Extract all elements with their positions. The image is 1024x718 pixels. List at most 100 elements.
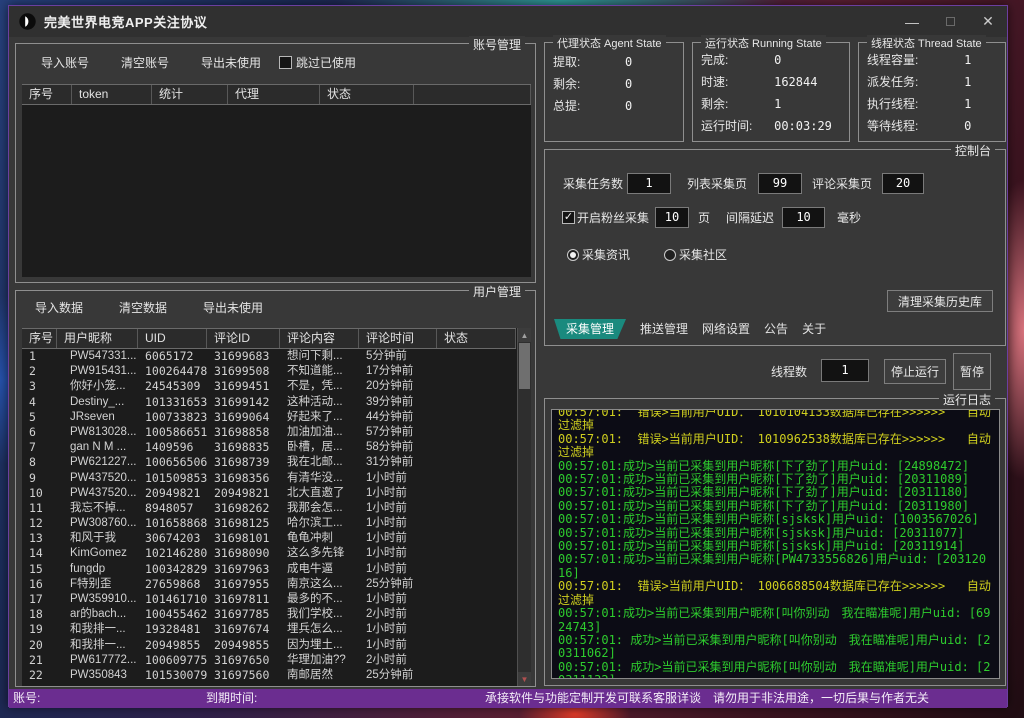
running-state-item-3: 运行时间:00:03:29 (693, 115, 849, 137)
close-button[interactable]: ✕ (969, 6, 1007, 37)
cell-2: 1016588680 (138, 516, 207, 531)
cell-0: 18 (22, 607, 57, 622)
table-row[interactable]: 3你好小笼...2454530931699451不是，凭...20分钟前 (22, 379, 516, 394)
tab-2[interactable]: 网络设置 (702, 319, 750, 339)
cell-0: 3 (22, 379, 57, 394)
table-row[interactable]: 2PW915431...100264478131699508不知道能...17分… (22, 364, 516, 379)
cell-0: 7 (22, 440, 57, 455)
stop-run-button[interactable]: 停止运行 (884, 359, 946, 384)
title-bar[interactable]: 完美世界电竞APP关注协议 — ✕ (9, 6, 1007, 37)
cell-0: 1 (22, 349, 57, 364)
cell-3: 31697674 (207, 622, 280, 637)
cell-3: 31697650 (207, 653, 280, 668)
user-button-row: 导入数据 清空数据 导出未使用 (35, 299, 263, 316)
radio-icon (567, 249, 579, 261)
user-col-header-3: 评论ID (207, 329, 280, 348)
cell-5: 1小时前 (359, 546, 437, 561)
account-button-1[interactable]: 清空账号 (121, 54, 169, 71)
table-row[interactable]: 5JRseven100733823231699064好起来了...44分钟前 (22, 410, 516, 425)
cell-1: KimGomez (57, 546, 138, 561)
running-state-item-0: 完成:0 (693, 49, 849, 71)
table-row[interactable]: 8PW621227...100656506431698739我在北邮...31分… (22, 455, 516, 470)
cell-1: PW437520... (57, 486, 138, 501)
cell-5: 2小时前 (359, 607, 437, 622)
tab-4[interactable]: 关于 (802, 319, 826, 339)
user-button-1[interactable]: 清空数据 (119, 299, 167, 316)
cell-2: 30674203 (138, 531, 207, 546)
user-button-2[interactable]: 导出未使用 (203, 299, 263, 316)
account-button-2[interactable]: 导出未使用 (201, 54, 261, 71)
table-row[interactable]: 22PW350843101530079231697560南邮居然25分钟前 (22, 668, 516, 683)
cell-4: 我那会怎... (280, 501, 359, 516)
scroll-thumb[interactable] (519, 343, 530, 389)
cell-0: 15 (22, 562, 57, 577)
console-field-input-1[interactable]: 99 (758, 173, 802, 194)
cell-6 (437, 379, 516, 394)
table-row[interactable]: 21PW617772...100609775731697650华理加油??2小时… (22, 653, 516, 668)
skip-used-group[interactable]: 跳过已使用 (279, 54, 356, 71)
table-row[interactable]: 16F特别歪2765986831697955南京这么...25分钟前 (22, 577, 516, 592)
cell-2: 1006097757 (138, 653, 207, 668)
table-row[interactable]: 1PW547331...606517231699683想问下剩...5分钟前 (22, 349, 516, 364)
delay-input[interactable]: 10 (782, 207, 825, 228)
scroll-down-icon[interactable]: ▼ (518, 672, 531, 686)
console-field-input-2[interactable]: 20 (882, 173, 924, 194)
radio-option-1[interactable]: 采集社区 (664, 246, 727, 263)
tab-3[interactable]: 公告 (764, 319, 788, 339)
table-row[interactable]: 6PW813028...100586651831698858加油加油...57分… (22, 425, 516, 440)
fans-collect-checkbox[interactable]: ✓ (562, 211, 575, 224)
table-row[interactable]: 10PW437520...2094982120949821北大直邀了1小时前 (22, 486, 516, 501)
cell-5: 2小时前 (359, 653, 437, 668)
cell-3: 31699683 (207, 349, 280, 364)
radio-option-0[interactable]: 采集资讯 (567, 246, 630, 263)
thread-state-item-0: 线程容量:1 (859, 49, 1005, 71)
thread-state-item-2: 执行线程:1 (859, 93, 1005, 115)
skip-used-checkbox[interactable] (279, 56, 292, 69)
maximize-button[interactable] (931, 6, 969, 37)
table-row[interactable]: 11我忘不掉...894805731698262我那会怎...1小时前 (22, 501, 516, 516)
table-row[interactable]: 7gan N M ...140959631698835卧槽，居...58分钟前 (22, 440, 516, 455)
cell-1: fungdp (57, 562, 138, 577)
console-field-input-0[interactable]: 1 (627, 173, 671, 194)
state-item-value: 1 (964, 71, 971, 93)
table-row[interactable]: 13和风于我3067420331698101龟龟冲刺1小时前 (22, 531, 516, 546)
table-row[interactable]: 15fungdp100342829031697963成电牛逼1小时前 (22, 562, 516, 577)
pause-button[interactable]: 暂停 (953, 353, 991, 390)
scroll-up-icon[interactable]: ▲ (518, 328, 531, 342)
table-row[interactable]: 20和我排一...2094985520949855因为埋土...1小时前 (22, 638, 516, 653)
table-row[interactable]: 19和我排一...1932848131697674埋兵怎么...1小时前 (22, 622, 516, 637)
account-col-header-2: 统计 (152, 85, 228, 104)
cell-4: 加油加油... (280, 425, 359, 440)
status-account-label: 账号: (13, 689, 40, 708)
cell-5: 1小时前 (359, 622, 437, 637)
cell-3: 31697963 (207, 562, 280, 577)
minimize-button[interactable]: — (893, 6, 931, 37)
user-table-scrollbar[interactable]: ▲ ▼ (517, 328, 531, 686)
cell-2: 27659868 (138, 577, 207, 592)
table-row[interactable]: 14KimGomez102146280031698090这么多先锋1小时前 (22, 546, 516, 561)
table-row[interactable]: 17PW359910...101461710731697811最多的不...1小… (22, 592, 516, 607)
account-button-0[interactable]: 导入账号 (41, 54, 89, 71)
tab-1[interactable]: 推送管理 (640, 319, 688, 339)
thread-count-input[interactable]: 1 (821, 359, 869, 382)
cell-0: 2 (22, 364, 57, 379)
run-log-area[interactable]: 00:57:01: 错误>当前用户UID： 1010104133数据库已存在>>… (551, 409, 1000, 679)
cell-4: 我在北邮... (280, 455, 359, 470)
user-col-header-5: 评论时间 (359, 329, 437, 348)
clear-history-button[interactable]: 清理采集历史库 (887, 290, 993, 312)
cell-0: 6 (22, 425, 57, 440)
agent-state-item-2: 总提:0 (545, 95, 683, 117)
cell-4: 这种活动... (280, 395, 359, 410)
table-row[interactable]: 4Destiny_...101331653931699142这种活动...39分… (22, 395, 516, 410)
table-row[interactable]: 9PW437520...101509853031698356有清华没...1小时… (22, 471, 516, 486)
cell-6 (437, 562, 516, 577)
cell-1: PW915431... (57, 364, 138, 379)
cell-2: 19328481 (138, 622, 207, 637)
table-row[interactable]: 18ar的bach...100455462931697785我们学校...2小时… (22, 607, 516, 622)
cell-2: 1021462800 (138, 546, 207, 561)
fans-pages-input[interactable]: 10 (655, 207, 689, 228)
table-row[interactable]: 12PW308760...101658868031698125哈尔滨工...1小… (22, 516, 516, 531)
tab-0[interactable]: 采集管理 (554, 319, 626, 339)
cell-2: 6065172 (138, 349, 207, 364)
user-button-0[interactable]: 导入数据 (35, 299, 83, 316)
